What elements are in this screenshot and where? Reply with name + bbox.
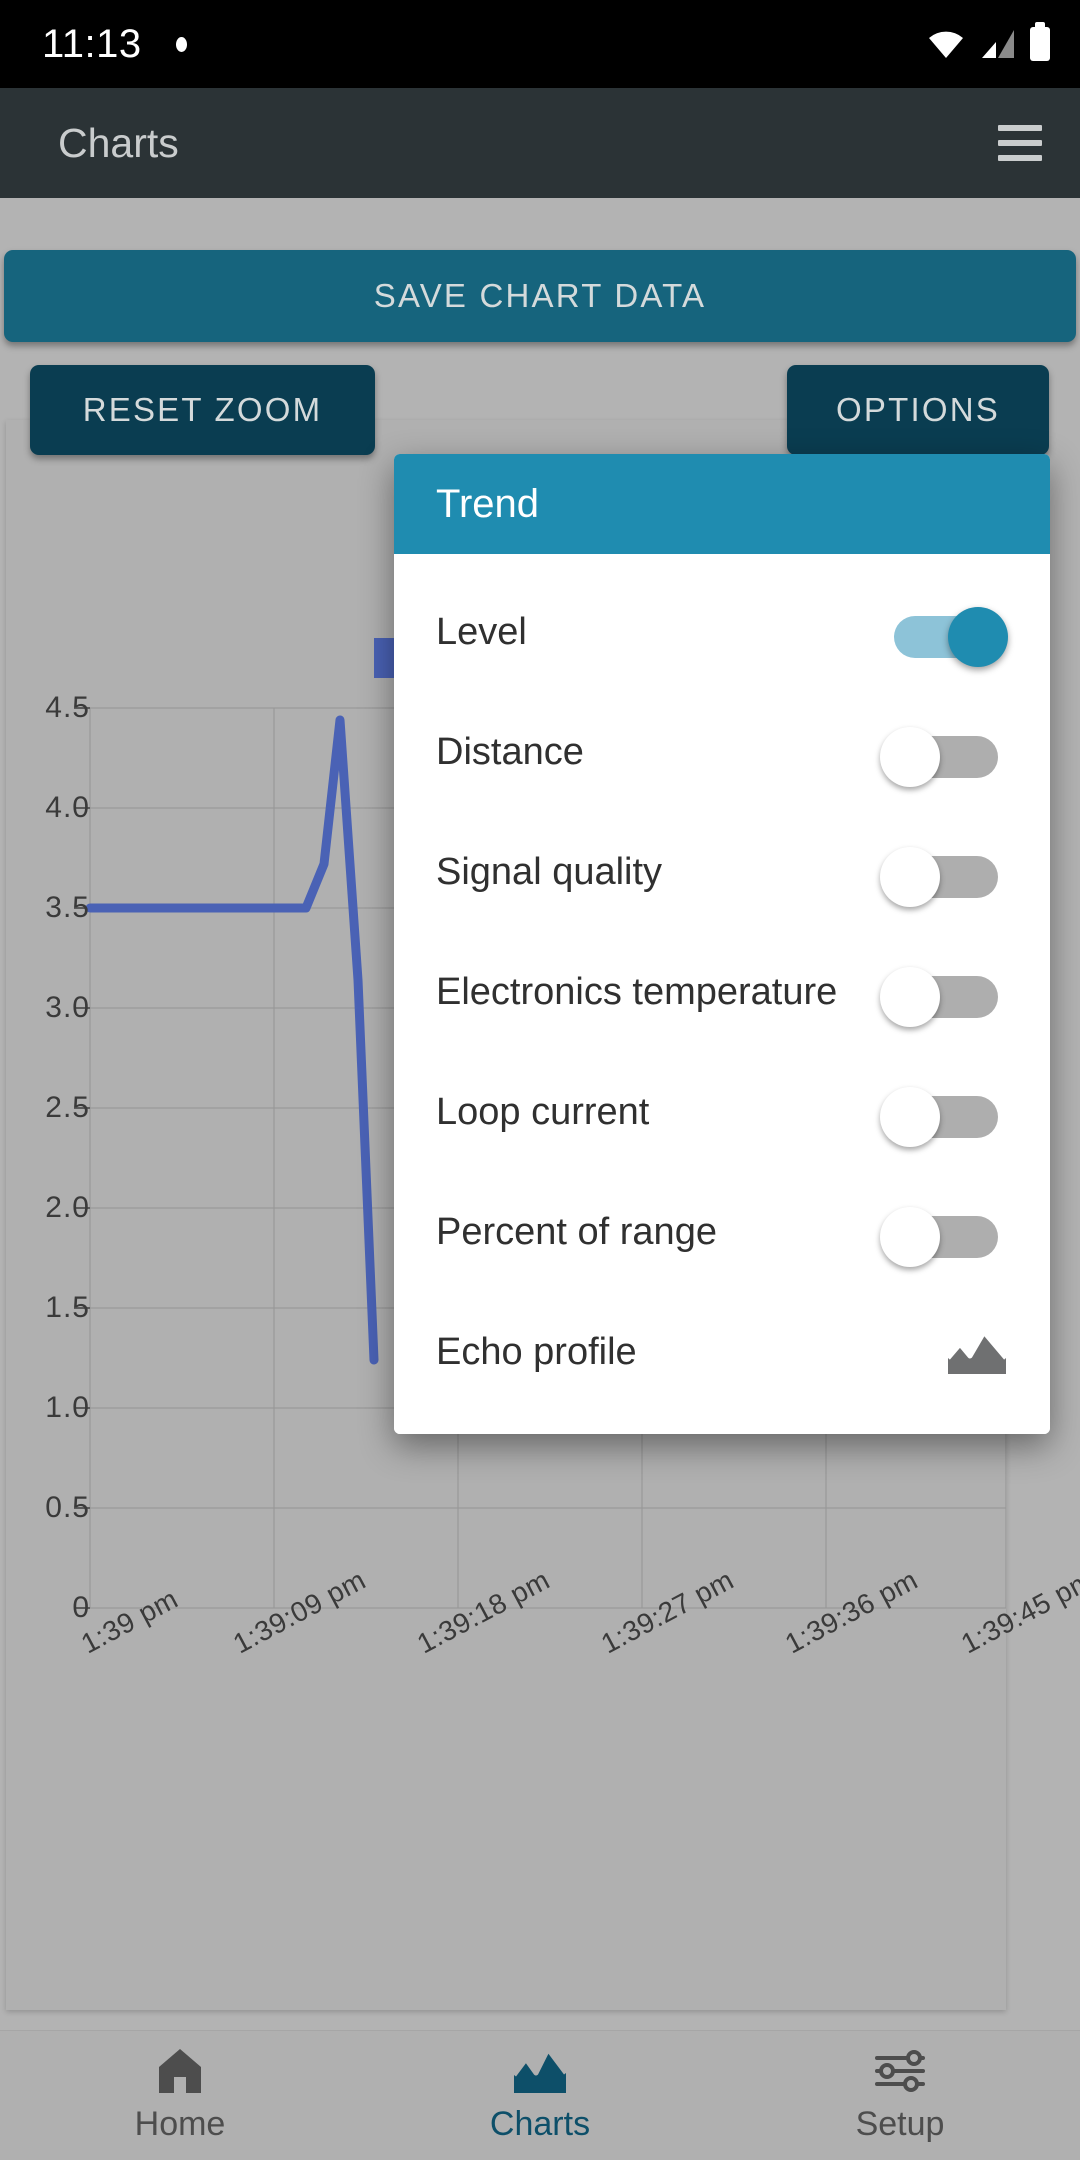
main-content: 4.5 4.0 3.5 3.0 2.5 2.0 1.5 1.0 0.5 0 1:…: [0, 198, 1080, 2030]
trend-row-label: Percent of range: [436, 1210, 717, 1253]
bottom-navigation: Home Charts Setup: [0, 2030, 1080, 2160]
y-tick-label: 1.0: [45, 1391, 90, 1424]
trend-row-echo-profile[interactable]: Echo profile: [394, 1292, 1050, 1412]
toggle-level[interactable]: [880, 602, 1008, 667]
toggle-thumb: [880, 967, 940, 1027]
y-tick-label: 2.5: [45, 1091, 90, 1124]
trend-row-electronics-temperature[interactable]: Electronics temperature: [394, 932, 1050, 1052]
nav-item-charts[interactable]: Charts: [360, 2031, 720, 2144]
toggle-loop-current[interactable]: [880, 1082, 1008, 1147]
area-chart-icon: [512, 2045, 568, 2097]
trend-row-label: Electronics temperature: [436, 970, 838, 1013]
y-tick-label: 0.5: [45, 1491, 90, 1524]
toggle-percent-of-range[interactable]: [880, 1202, 1008, 1267]
phone-screen: 11:13 Charts 4.5 4.0 3.5 3.0 2.5 2.0 1.5…: [0, 0, 1080, 2160]
nav-item-label: Setup: [855, 2105, 945, 2143]
page-title: Charts: [58, 119, 179, 166]
trend-row-label: Loop current: [436, 1090, 650, 1133]
toggle-distance[interactable]: [880, 722, 1008, 787]
trend-row-distance[interactable]: Distance: [394, 692, 1050, 812]
trend-row-percent-of-range[interactable]: Percent of range: [394, 1172, 1050, 1292]
battery-icon: [1030, 22, 1050, 61]
app-bar: Charts: [0, 88, 1080, 198]
series-level-line: [85, 715, 379, 1365]
chart-y-axis: 4.5 4.0 3.5 3.0 2.5 2.0 1.5 1.0 0.5 0: [6, 420, 90, 2010]
status-bar-icons: [926, 22, 1050, 61]
trend-row-label: Level: [436, 610, 527, 653]
wifi-icon: [926, 29, 966, 59]
y-tick-label: 2.0: [45, 1191, 90, 1224]
toggle-thumb: [880, 1207, 940, 1267]
toggle-thumb: [880, 1087, 940, 1147]
trend-row-label: Signal quality: [436, 850, 663, 893]
cell-signal-icon: [980, 29, 1016, 59]
toggle-thumb: [880, 727, 940, 787]
status-bar-clock: 11:13: [42, 21, 142, 66]
trend-dialog-title: Trend: [436, 481, 540, 526]
y-tick-label: 1.5: [45, 1291, 90, 1324]
y-tick-label: 3.0: [45, 991, 90, 1024]
home-icon: [157, 2045, 203, 2097]
trend-dialog: Trend Level Distance Signal quality Elec…: [394, 454, 1050, 1434]
trend-row-label: Echo profile: [436, 1330, 637, 1373]
sliders-icon: [873, 2045, 927, 2097]
trend-row-level[interactable]: Level: [394, 572, 1050, 692]
y-tick-label: 4.0: [45, 791, 90, 824]
trend-row-label: Distance: [436, 730, 584, 773]
y-tick-label: 3.5: [45, 891, 90, 924]
trend-row-signal-quality[interactable]: Signal quality: [394, 812, 1050, 932]
status-bar: 11:13: [0, 0, 1080, 88]
trend-dialog-header: Trend: [394, 454, 1050, 554]
toggle-thumb: [880, 847, 940, 907]
nav-item-home[interactable]: Home: [0, 2031, 360, 2144]
notification-dot-icon: [175, 36, 187, 52]
nav-item-label: Charts: [489, 2105, 591, 2143]
toggle-thumb: [948, 607, 1008, 667]
nav-item-label: Home: [134, 2105, 226, 2143]
hamburger-menu-icon[interactable]: [998, 125, 1042, 161]
area-chart-icon[interactable]: [946, 1327, 1008, 1377]
reset-zoom-button[interactable]: RESET ZOOM: [30, 365, 375, 455]
save-chart-data-button[interactable]: SAVE CHART DATA: [4, 250, 1076, 342]
y-tick-label: 0: [72, 1591, 90, 1624]
toggle-signal-quality[interactable]: [880, 842, 1008, 907]
trend-dialog-body: Level Distance Signal quality Electronic…: [394, 554, 1050, 1434]
trend-row-loop-current[interactable]: Loop current: [394, 1052, 1050, 1172]
nav-item-setup[interactable]: Setup: [720, 2031, 1080, 2144]
toggle-electronics-temperature[interactable]: [880, 962, 1008, 1027]
options-button[interactable]: OPTIONS: [787, 365, 1049, 455]
y-tick-label: 4.5: [45, 691, 90, 724]
